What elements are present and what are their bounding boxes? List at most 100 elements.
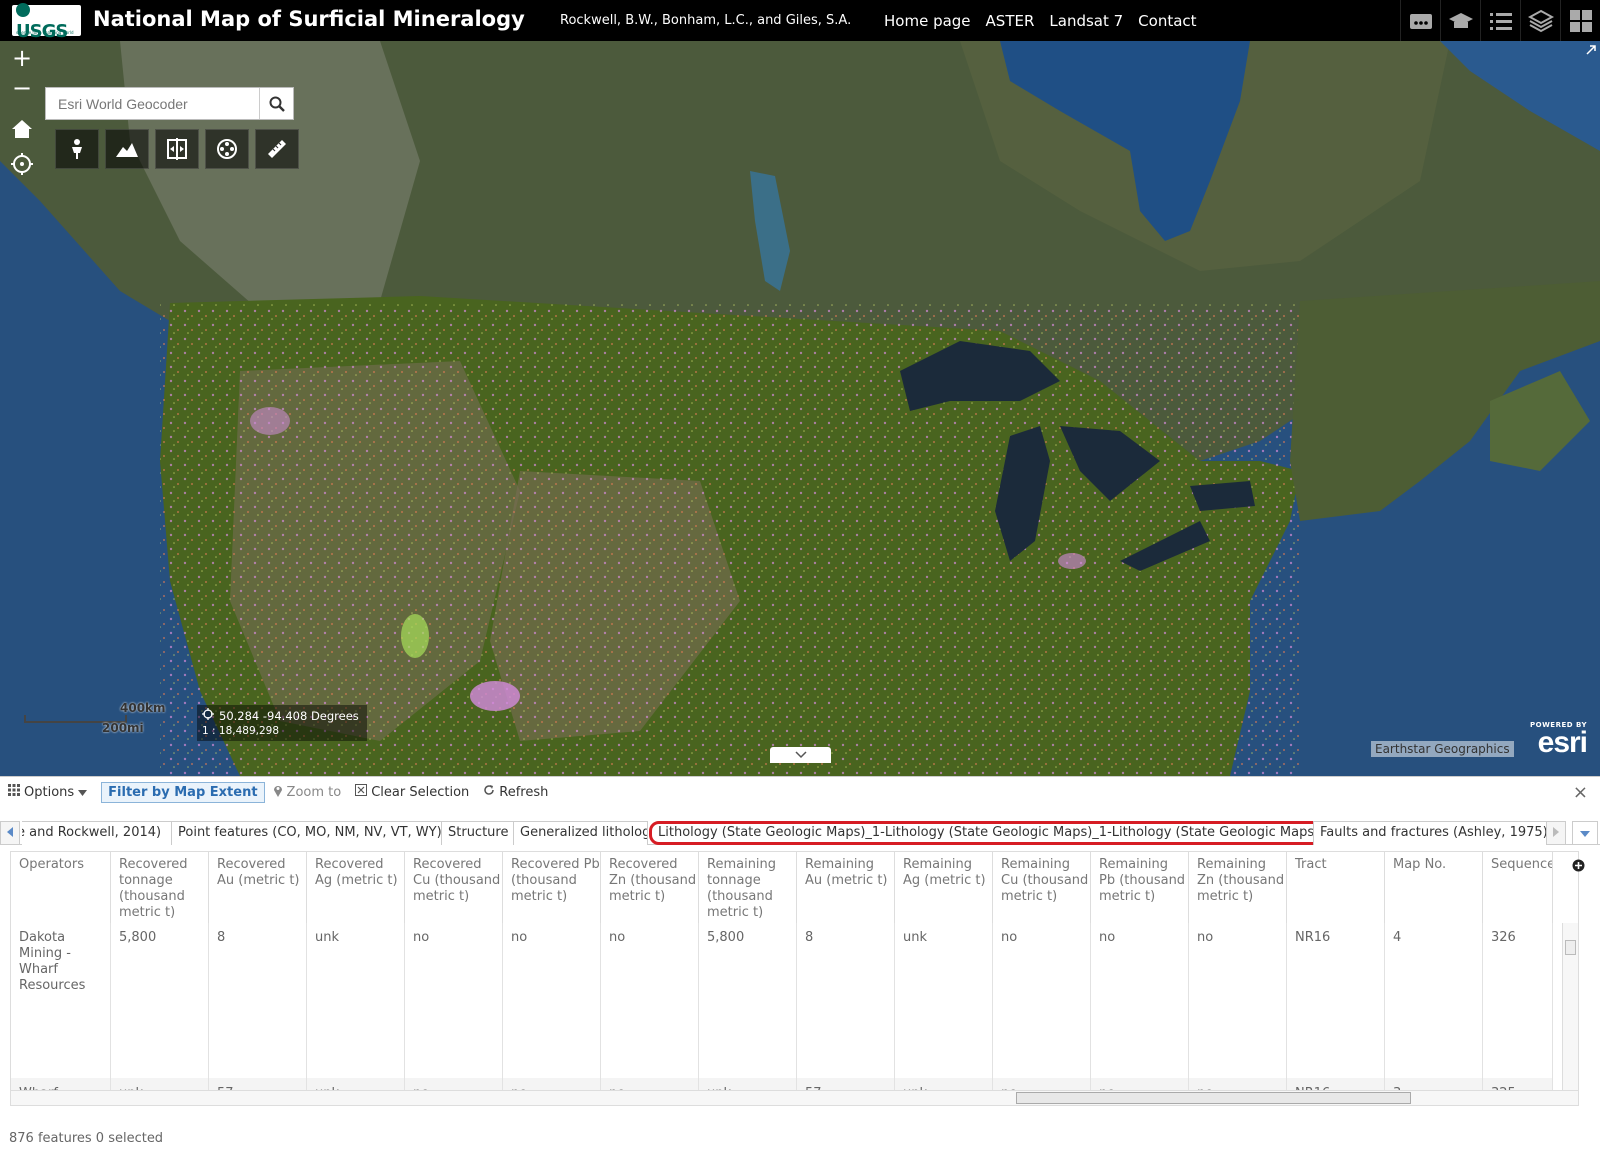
app-title: National Map of Surficial Mineralogy — [93, 7, 525, 31]
refresh-button[interactable]: Refresh — [483, 784, 548, 800]
zoom-to-button[interactable]: Zoom to — [273, 784, 342, 801]
crosshair-icon[interactable] — [202, 708, 214, 723]
collapse-table-toggle[interactable] — [770, 747, 831, 763]
clear-selection-label: Clear Selection — [371, 784, 470, 800]
column-header[interactable]: Tract — [1287, 852, 1385, 923]
column-header[interactable]: Recovered Au (metric t) — [209, 852, 307, 923]
table-cell: no — [993, 923, 1091, 1078]
column-header[interactable]: Operators — [11, 852, 111, 923]
table-cell: Dakota Mining - Wharf Resources — [11, 923, 111, 1078]
map-view[interactable]: + − 400km 200mi — [0, 41, 1600, 776]
horizontal-scrollbar[interactable] — [10, 1090, 1579, 1106]
tab-faults-and-fractures[interactable]: Faults and fractures (Ashley, 1975) — [1313, 821, 1546, 845]
tab-lithology-state-geologic-maps[interactable]: Lithology (State Geologic Maps)_1-Lithol… — [649, 821, 1339, 845]
header-nav: Home page ASTER Landsat 7 Contact — [884, 12, 1197, 30]
esri-logo: POWERED BY esri — [1530, 721, 1588, 759]
attribute-grid: Operators Recovered tonnage (thousand met… — [10, 851, 1579, 1102]
column-header[interactable]: Map No. — [1385, 852, 1483, 923]
table-cell: 8 — [797, 923, 895, 1078]
column-header[interactable]: Remaining Ag (metric t) — [895, 852, 993, 923]
add-column-icon[interactable] — [1572, 859, 1585, 876]
authors-text: Rockwell, B.W., Bonham, L.C., and Giles,… — [560, 13, 852, 28]
layers-icon[interactable] — [1520, 0, 1560, 41]
horizontal-scroll-thumb[interactable] — [1016, 1092, 1411, 1104]
close-table-button[interactable]: × — [1573, 782, 1588, 803]
search-icon[interactable] — [259, 88, 293, 119]
column-header[interactable]: Remaining Au (metric t) — [797, 852, 895, 923]
column-header[interactable]: Remaining Zn (thousand metric t) — [1189, 852, 1287, 923]
attribute-table-panel: Options Filter by Map Extent Zoom to Cle… — [0, 776, 1600, 1163]
nav-home-page[interactable]: Home page — [884, 12, 971, 30]
table-cell: 8 — [209, 923, 307, 1078]
options-menu[interactable]: Options — [8, 784, 88, 800]
usgs-logo-text: USGS — [16, 0, 81, 42]
swipe-icon[interactable] — [155, 129, 199, 169]
column-header[interactable]: Recovered Zn (thousand metric t) — [601, 852, 699, 923]
search-input[interactable] — [46, 88, 260, 119]
column-header[interactable]: Recovered Cu (thousand metric t) — [405, 852, 503, 923]
column-header[interactable]: Remaining tonnage (thousand metric t) — [699, 852, 797, 923]
caret-left-icon — [7, 826, 13, 841]
caret-right-icon — [1553, 826, 1559, 841]
table-toolbar: Options Filter by Map Extent Zoom to Cle… — [0, 777, 1600, 807]
zoom-to-label: Zoom to — [286, 784, 342, 800]
measure-person-icon[interactable] — [55, 129, 99, 169]
basemap-gallery-icon[interactable] — [1560, 0, 1600, 41]
grid-header: Operators Recovered tonnage (thousand met… — [11, 852, 1553, 923]
table-cell: no — [503, 923, 601, 1078]
options-label: Options — [24, 784, 75, 800]
mortarboard-icon[interactable] — [1440, 0, 1480, 41]
column-header[interactable]: Remaining Cu (thousand metric t) — [993, 852, 1091, 923]
ellipsis-icon[interactable] — [1400, 0, 1440, 41]
coordinate-readout: 50.284 -94.408 Degrees 1 : 18,489,298 — [197, 705, 367, 741]
header-tools — [1400, 0, 1600, 41]
usgs-logo[interactable]: USGS science for a changing world — [12, 2, 81, 42]
feature-count-status: 876 features 0 selected — [9, 1131, 164, 1146]
grid-icon — [8, 784, 20, 800]
refresh-label: Refresh — [499, 784, 549, 800]
filter-by-map-extent-button[interactable]: Filter by Map Extent — [101, 781, 265, 803]
clear-selection-button[interactable]: Clear Selection — [355, 784, 469, 800]
tab-scroll-left[interactable] — [0, 821, 20, 845]
vertical-scrollbar[interactable] — [1562, 923, 1578, 1101]
table-cell: no — [601, 923, 699, 1078]
tab-point-features[interactable]: Point features (CO, MO, NM, NV, VT, WY) — [171, 821, 461, 845]
zoom-out-button[interactable]: − — [8, 75, 36, 101]
tab-structure[interactable]: Structure — [441, 821, 517, 845]
esri-wordmark: esri — [1537, 726, 1588, 759]
column-header[interactable]: Remaining Pb (thousand metric t) — [1091, 852, 1189, 923]
table-cell: 5,800 — [699, 923, 797, 1078]
elevation-profile-icon[interactable] — [105, 129, 149, 169]
column-header[interactable]: Recovered tonnage (thousand metric t) — [111, 852, 209, 923]
column-header[interactable]: Recovered Pb (thousand metric t) — [503, 852, 601, 923]
locate-icon[interactable] — [9, 151, 35, 177]
vertical-scroll-thumb[interactable] — [1565, 940, 1576, 955]
tab-generalized-lithology[interactable]: Generalized lithology — [513, 821, 648, 845]
map-pin-icon — [273, 784, 283, 801]
clear-box-icon — [355, 784, 368, 800]
table-cell: no — [405, 923, 503, 1078]
tab-list-menu[interactable] — [1572, 821, 1598, 845]
ruler-icon[interactable] — [255, 129, 299, 169]
film-icon[interactable] — [205, 129, 249, 169]
table-cell: no — [1189, 923, 1287, 1078]
scale-km-label: 400km — [120, 701, 166, 715]
tab-scroll-right[interactable] — [1546, 821, 1566, 845]
scale-mi-label: 200mi — [102, 721, 144, 735]
tab-rockwell-2014[interactable]: e and Rockwell, 2014) — [22, 821, 185, 845]
caret-down-icon — [78, 785, 88, 800]
nav-contact[interactable]: Contact — [1138, 12, 1196, 30]
nav-landsat-7[interactable]: Landsat 7 — [1049, 12, 1123, 30]
home-icon[interactable] — [9, 116, 35, 142]
table-cell: 5,800 — [111, 923, 209, 1078]
column-header[interactable]: Recovered Ag (metric t) — [307, 852, 405, 923]
nav-aster[interactable]: ASTER — [986, 12, 1035, 30]
grid-body: Dakota Mining - Wharf Resources 5,800 8 unk… — [11, 923, 1553, 1101]
list-icon[interactable] — [1480, 0, 1520, 41]
table-cell: unk — [895, 923, 993, 1078]
chevron-down-icon — [794, 748, 807, 763]
expand-icon[interactable] — [1585, 44, 1597, 60]
column-header[interactable]: Sequence — [1483, 852, 1553, 923]
table-row[interactable]: Dakota Mining - Wharf Resources 5,800 8 unk… — [11, 923, 1553, 1078]
zoom-in-button[interactable]: + — [8, 45, 36, 71]
